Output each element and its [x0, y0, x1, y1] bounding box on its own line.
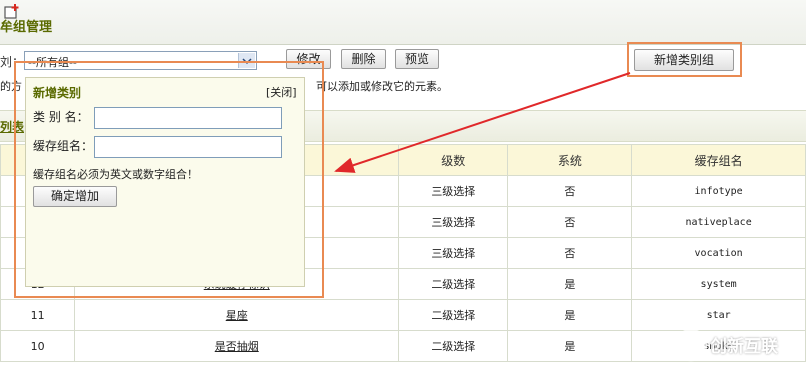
watermark-logo: 创新互联 [672, 326, 806, 366]
annotation-arrow [334, 72, 631, 173]
watermark-icon [674, 328, 708, 362]
watermark-text: 创新互联 [710, 337, 778, 357]
